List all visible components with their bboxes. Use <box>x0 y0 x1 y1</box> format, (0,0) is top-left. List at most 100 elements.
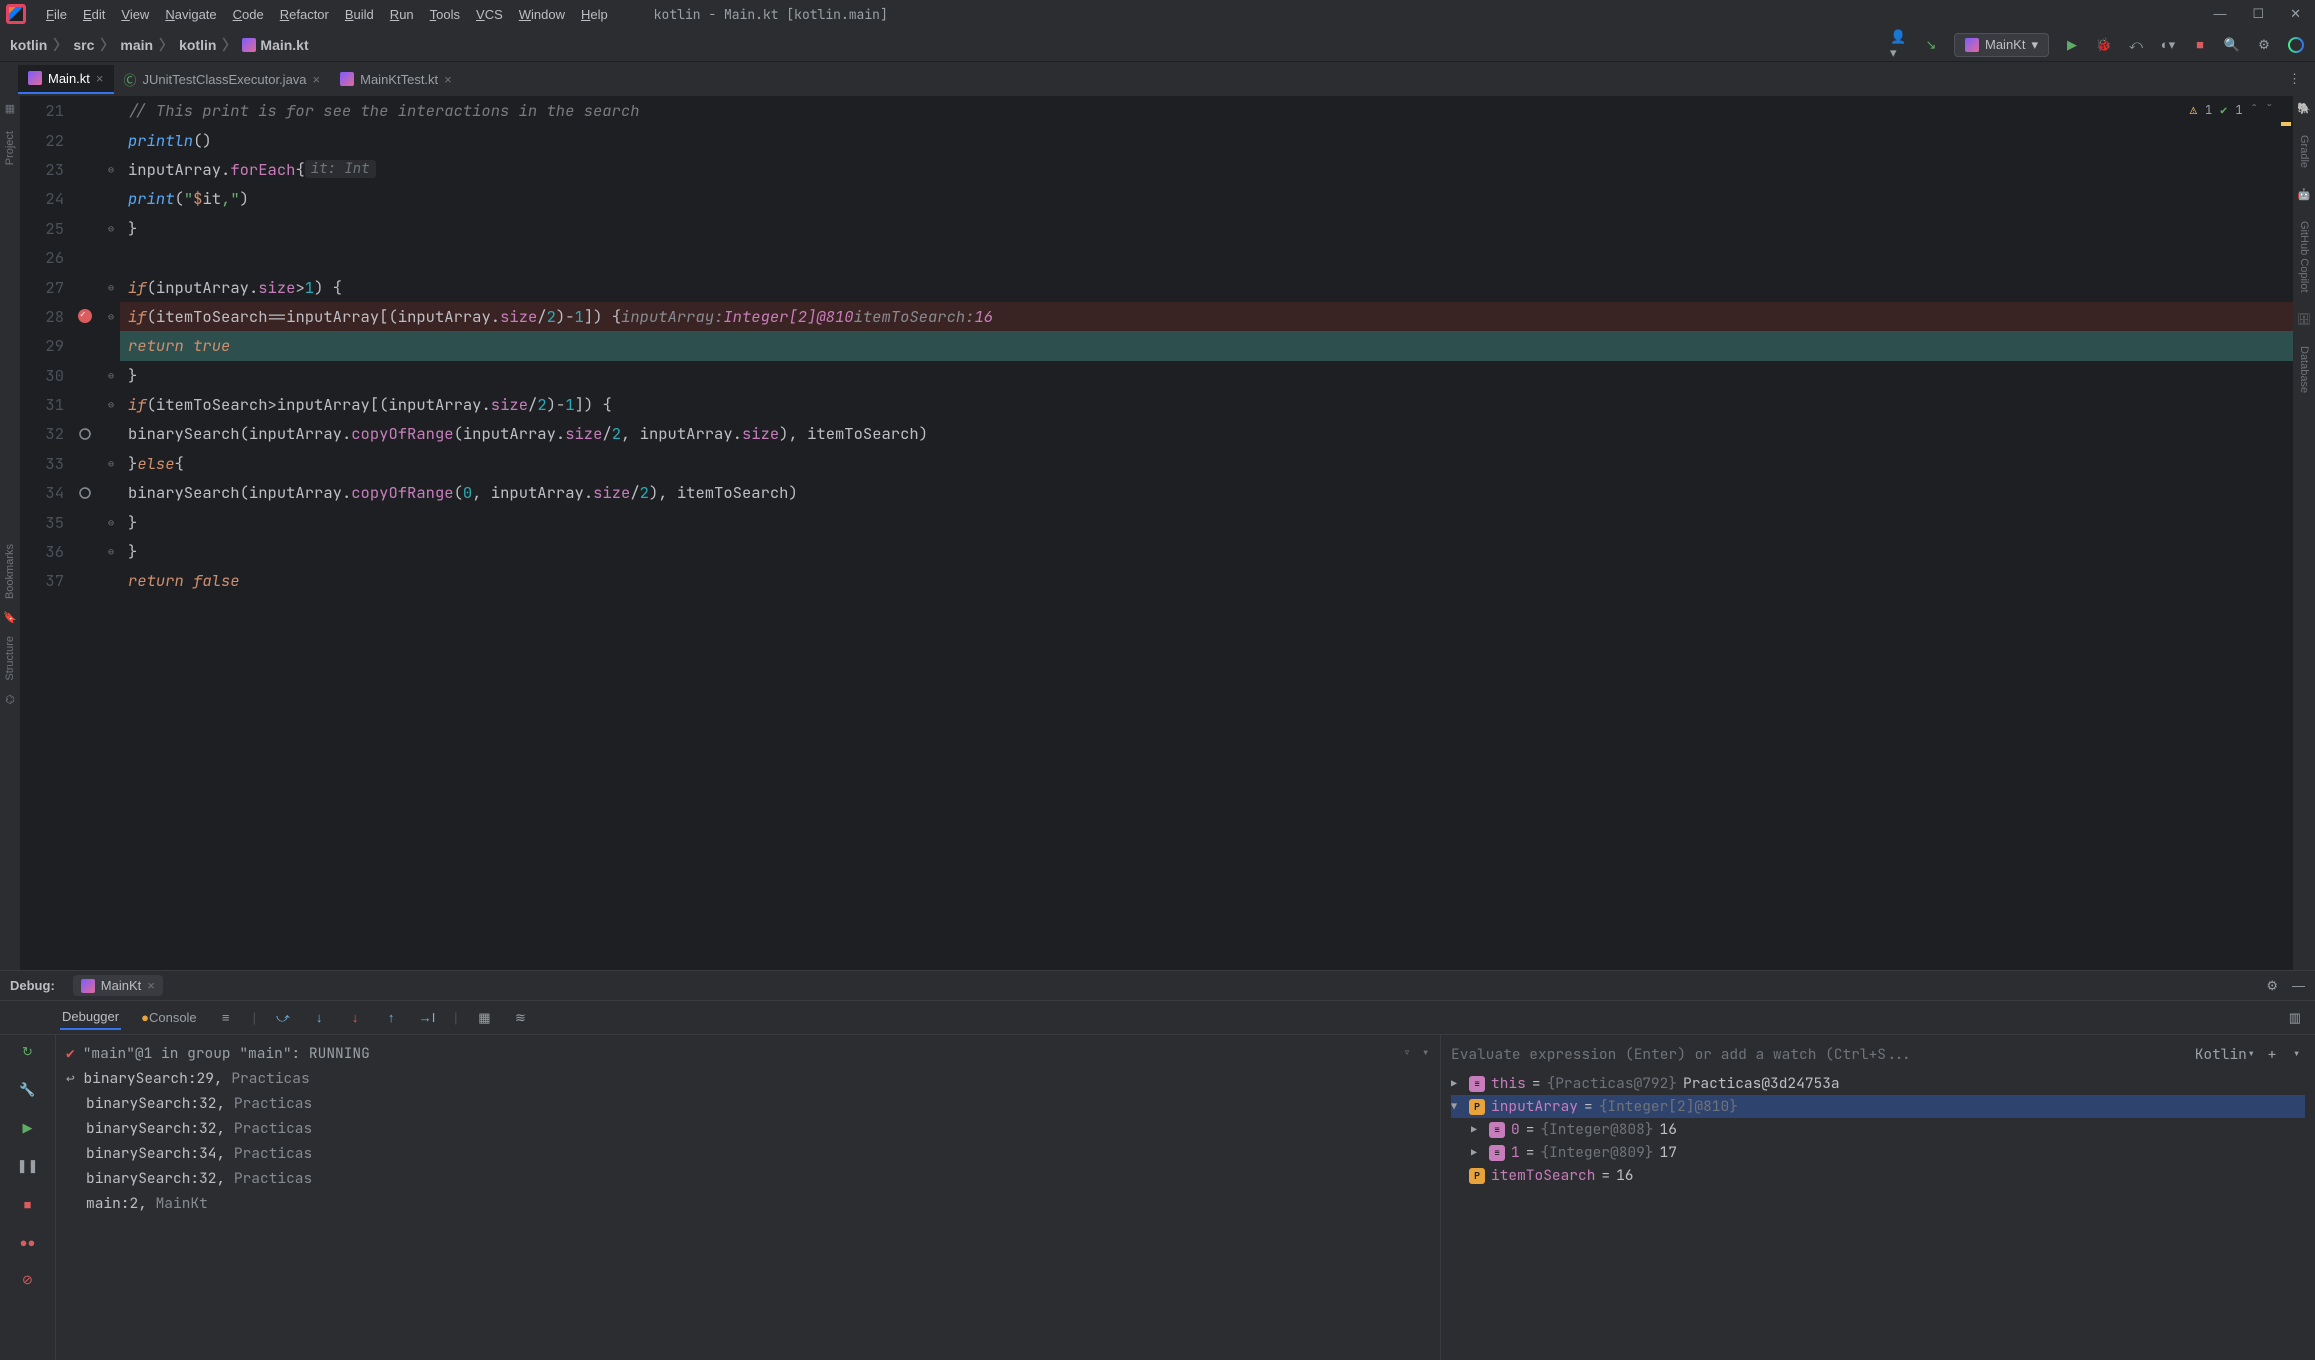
debugger-tab[interactable]: Debugger <box>60 1005 121 1030</box>
debug-label: Debug: <box>10 978 55 993</box>
resume-icon[interactable]: ▶ <box>19 1119 37 1137</box>
add-watch-icon[interactable]: + <box>2264 1045 2281 1064</box>
rerun-icon[interactable]: ↻ <box>19 1043 37 1061</box>
tabs-more-icon[interactable]: ⋮ <box>2274 71 2315 87</box>
maximize-icon[interactable]: ☐ <box>2252 6 2264 22</box>
menu-run[interactable]: Run <box>384 5 420 24</box>
minimize-icon[interactable]: — <box>2213 6 2226 22</box>
bookmarks-tool[interactable]: Bookmarks <box>4 540 16 603</box>
menu-edit[interactable]: Edit <box>77 5 111 24</box>
variable-node[interactable]: PitemToSearch = 16 <box>1451 1164 2305 1187</box>
gradle-label[interactable]: Gradle <box>2298 131 2310 172</box>
layout-icon[interactable]: ▥ <box>2289 1010 2301 1025</box>
left-tool-strip: ▦ Project <box>0 96 20 970</box>
close-icon[interactable]: × <box>96 71 104 86</box>
threads-icon[interactable]: ≡ <box>217 1010 235 1025</box>
modify-run-icon[interactable]: 🔧 <box>19 1081 37 1099</box>
debug-icon[interactable]: 🐞 <box>2095 36 2113 54</box>
stack-frame[interactable]: binarySearch:32, Practicas <box>66 1166 1430 1191</box>
variable-node[interactable]: ▶≡0 = {Integer@808} 16 <box>1451 1118 2305 1141</box>
build-icon[interactable]: ↘ <box>1922 36 1940 54</box>
run-config-name: MainKt <box>1985 37 2025 52</box>
project-tool-label[interactable]: Project <box>4 125 16 171</box>
run-config-selector[interactable]: MainKt ▾ <box>1954 33 2049 57</box>
eval-lang-selector[interactable]: Kotlin▾ <box>2195 1045 2256 1064</box>
editor-gutter[interactable]: 212223⊖2425⊖2627⊖28⊖2930⊖31⊖3233⊖3435⊖36… <box>20 96 120 596</box>
evaluate-icon[interactable]: ▦ <box>475 1010 493 1026</box>
mute-bp-icon[interactable]: ⊘ <box>19 1271 37 1289</box>
stack-frame[interactable]: binarySearch:32, Practicas <box>66 1116 1430 1141</box>
settings-icon[interactable]: ⚙ <box>2255 36 2273 54</box>
stack-frame[interactable]: binarySearch:32, Practicas <box>66 1091 1430 1116</box>
step-out-icon[interactable]: ↑ <box>382 1010 400 1025</box>
variable-node[interactable]: ▶≡this = {Practicas@792} Practicas@3d247… <box>1451 1072 2305 1095</box>
tab-main-kt[interactable]: Main.kt× <box>18 65 114 94</box>
filter-icon[interactable]: ▿ <box>1403 1044 1412 1063</box>
window-title: kotlin - Main.kt [kotlin.main] <box>614 6 2214 23</box>
menu-navigate[interactable]: Navigate <box>159 5 222 24</box>
debug-run-controls: ↻ 🔧 ▶ ❚❚ ■ ●● ⊘ <box>0 1035 56 1360</box>
menu-tools[interactable]: Tools <box>424 5 466 24</box>
step-into-icon[interactable]: ↓ <box>310 1010 328 1025</box>
search-icon[interactable]: 🔍 <box>2223 36 2241 54</box>
structure-tool[interactable]: Structure <box>4 632 16 685</box>
right-tool-strip: 🐘 Gradle 🤖 GitHub Copilot 🗄 Database <box>2293 96 2315 970</box>
copilot-label[interactable]: GitHub Copilot <box>2298 217 2310 297</box>
editor-code[interactable]: // This print is for see the interaction… <box>120 96 2293 596</box>
step-over-icon[interactable]: ⤻ <box>274 1010 292 1026</box>
stack-frame[interactable]: binarySearch:34, Practicas <box>66 1141 1430 1166</box>
variable-node[interactable]: ▼PinputArray = {Integer[2]@810} <box>1451 1095 2305 1118</box>
menu-code[interactable]: Code <box>227 5 270 24</box>
gradle-icon[interactable]: 🐘 <box>2297 102 2311 115</box>
profile-icon[interactable]: ◐▾ <box>2159 36 2177 54</box>
debug-body: ↻ 🔧 ▶ ❚❚ ■ ●● ⊘ ✔ "main"@1 in group "mai… <box>0 1035 2315 1360</box>
bookmarks-icon[interactable]: 🔖 <box>3 611 17 624</box>
stack-frame[interactable]: ↩ binarySearch:29, Practicas <box>66 1066 1430 1091</box>
stop-icon[interactable]: ■ <box>19 1195 37 1213</box>
project-tool-icon[interactable]: ▦ <box>5 102 15 115</box>
copilot-icon[interactable]: 🤖 <box>2297 188 2311 201</box>
stop-icon[interactable]: ■ <box>2191 36 2209 54</box>
thread-label: "main"@1 in group "main": RUNNING <box>83 1044 370 1063</box>
menu-file[interactable]: File <box>40 5 73 24</box>
dropdown-icon[interactable]: ▾ <box>1421 1044 1430 1063</box>
run-icon[interactable]: ▶ <box>2063 36 2081 54</box>
thread-selector[interactable]: ✔ "main"@1 in group "main": RUNNING <box>66 1041 370 1066</box>
close-icon[interactable]: × <box>147 978 155 993</box>
debug-session-tab[interactable]: MainKt × <box>73 975 163 996</box>
menu-view[interactable]: View <box>115 5 155 24</box>
breadcrumb[interactable]: kotlin〉src〉main〉kotlin〉Main.kt <box>10 35 309 55</box>
menu-help[interactable]: Help <box>575 5 614 24</box>
menu-vcs[interactable]: VCS <box>470 5 509 24</box>
trace-icon[interactable]: ≋ <box>511 1010 529 1026</box>
coverage-icon[interactable]: ⤺ <box>2127 36 2145 54</box>
pause-icon[interactable]: ❚❚ <box>19 1157 37 1175</box>
console-tab[interactable]: ●Console <box>139 1006 199 1029</box>
variables-panel: Evaluate expression (Enter) or add a wat… <box>1440 1035 2315 1360</box>
close-icon[interactable]: × <box>313 72 321 87</box>
variable-node[interactable]: ▶≡1 = {Integer@809} 17 <box>1451 1141 2305 1164</box>
evaluate-input[interactable]: Evaluate expression (Enter) or add a wat… <box>1451 1041 2305 1072</box>
structure-icon[interactable]: ⌬ <box>5 693 15 706</box>
menu-build[interactable]: Build <box>339 5 380 24</box>
force-step-into-icon[interactable]: ↓ <box>346 1010 364 1025</box>
debug-settings-icon[interactable]: ⚙ <box>2266 978 2278 994</box>
menu-window[interactable]: Window <box>513 5 571 24</box>
watch-menu-icon[interactable]: ▾ <box>2288 1045 2305 1064</box>
database-icon[interactable]: 🗄 <box>2297 313 2311 326</box>
debug-minimize-icon[interactable]: — <box>2292 978 2305 994</box>
code-editor[interactable]: ⚠1 ✔1 ˆ ˇ 212223⊖2425⊖2627⊖28⊖2930⊖31⊖32… <box>20 96 2293 970</box>
user-icon[interactable]: 👤▾ <box>1890 36 1908 54</box>
tab-mainkttest-kt[interactable]: MainKtTest.kt× <box>330 66 462 93</box>
thread-status-icon: ✔ <box>66 1044 75 1063</box>
tab-junittestclassexecutor-java[interactable]: ⒸJUnitTestClassExecutor.java× <box>114 64 331 95</box>
run-toolbar: 👤▾ ↘ MainKt ▾ ▶ 🐞 ⤺ ◐▾ ■ 🔍 ⚙ <box>1890 33 2305 57</box>
database-label[interactable]: Database <box>2298 342 2310 397</box>
close-icon[interactable]: ✕ <box>2290 6 2301 22</box>
ai-icon[interactable] <box>2287 36 2305 54</box>
close-icon[interactable]: × <box>444 72 452 87</box>
stack-frame[interactable]: main:2, MainKt <box>66 1191 1430 1216</box>
run-to-cursor-icon[interactable]: →I <box>418 1010 436 1025</box>
menu-refactor[interactable]: Refactor <box>274 5 335 24</box>
breakpoints-icon[interactable]: ●● <box>19 1233 37 1251</box>
